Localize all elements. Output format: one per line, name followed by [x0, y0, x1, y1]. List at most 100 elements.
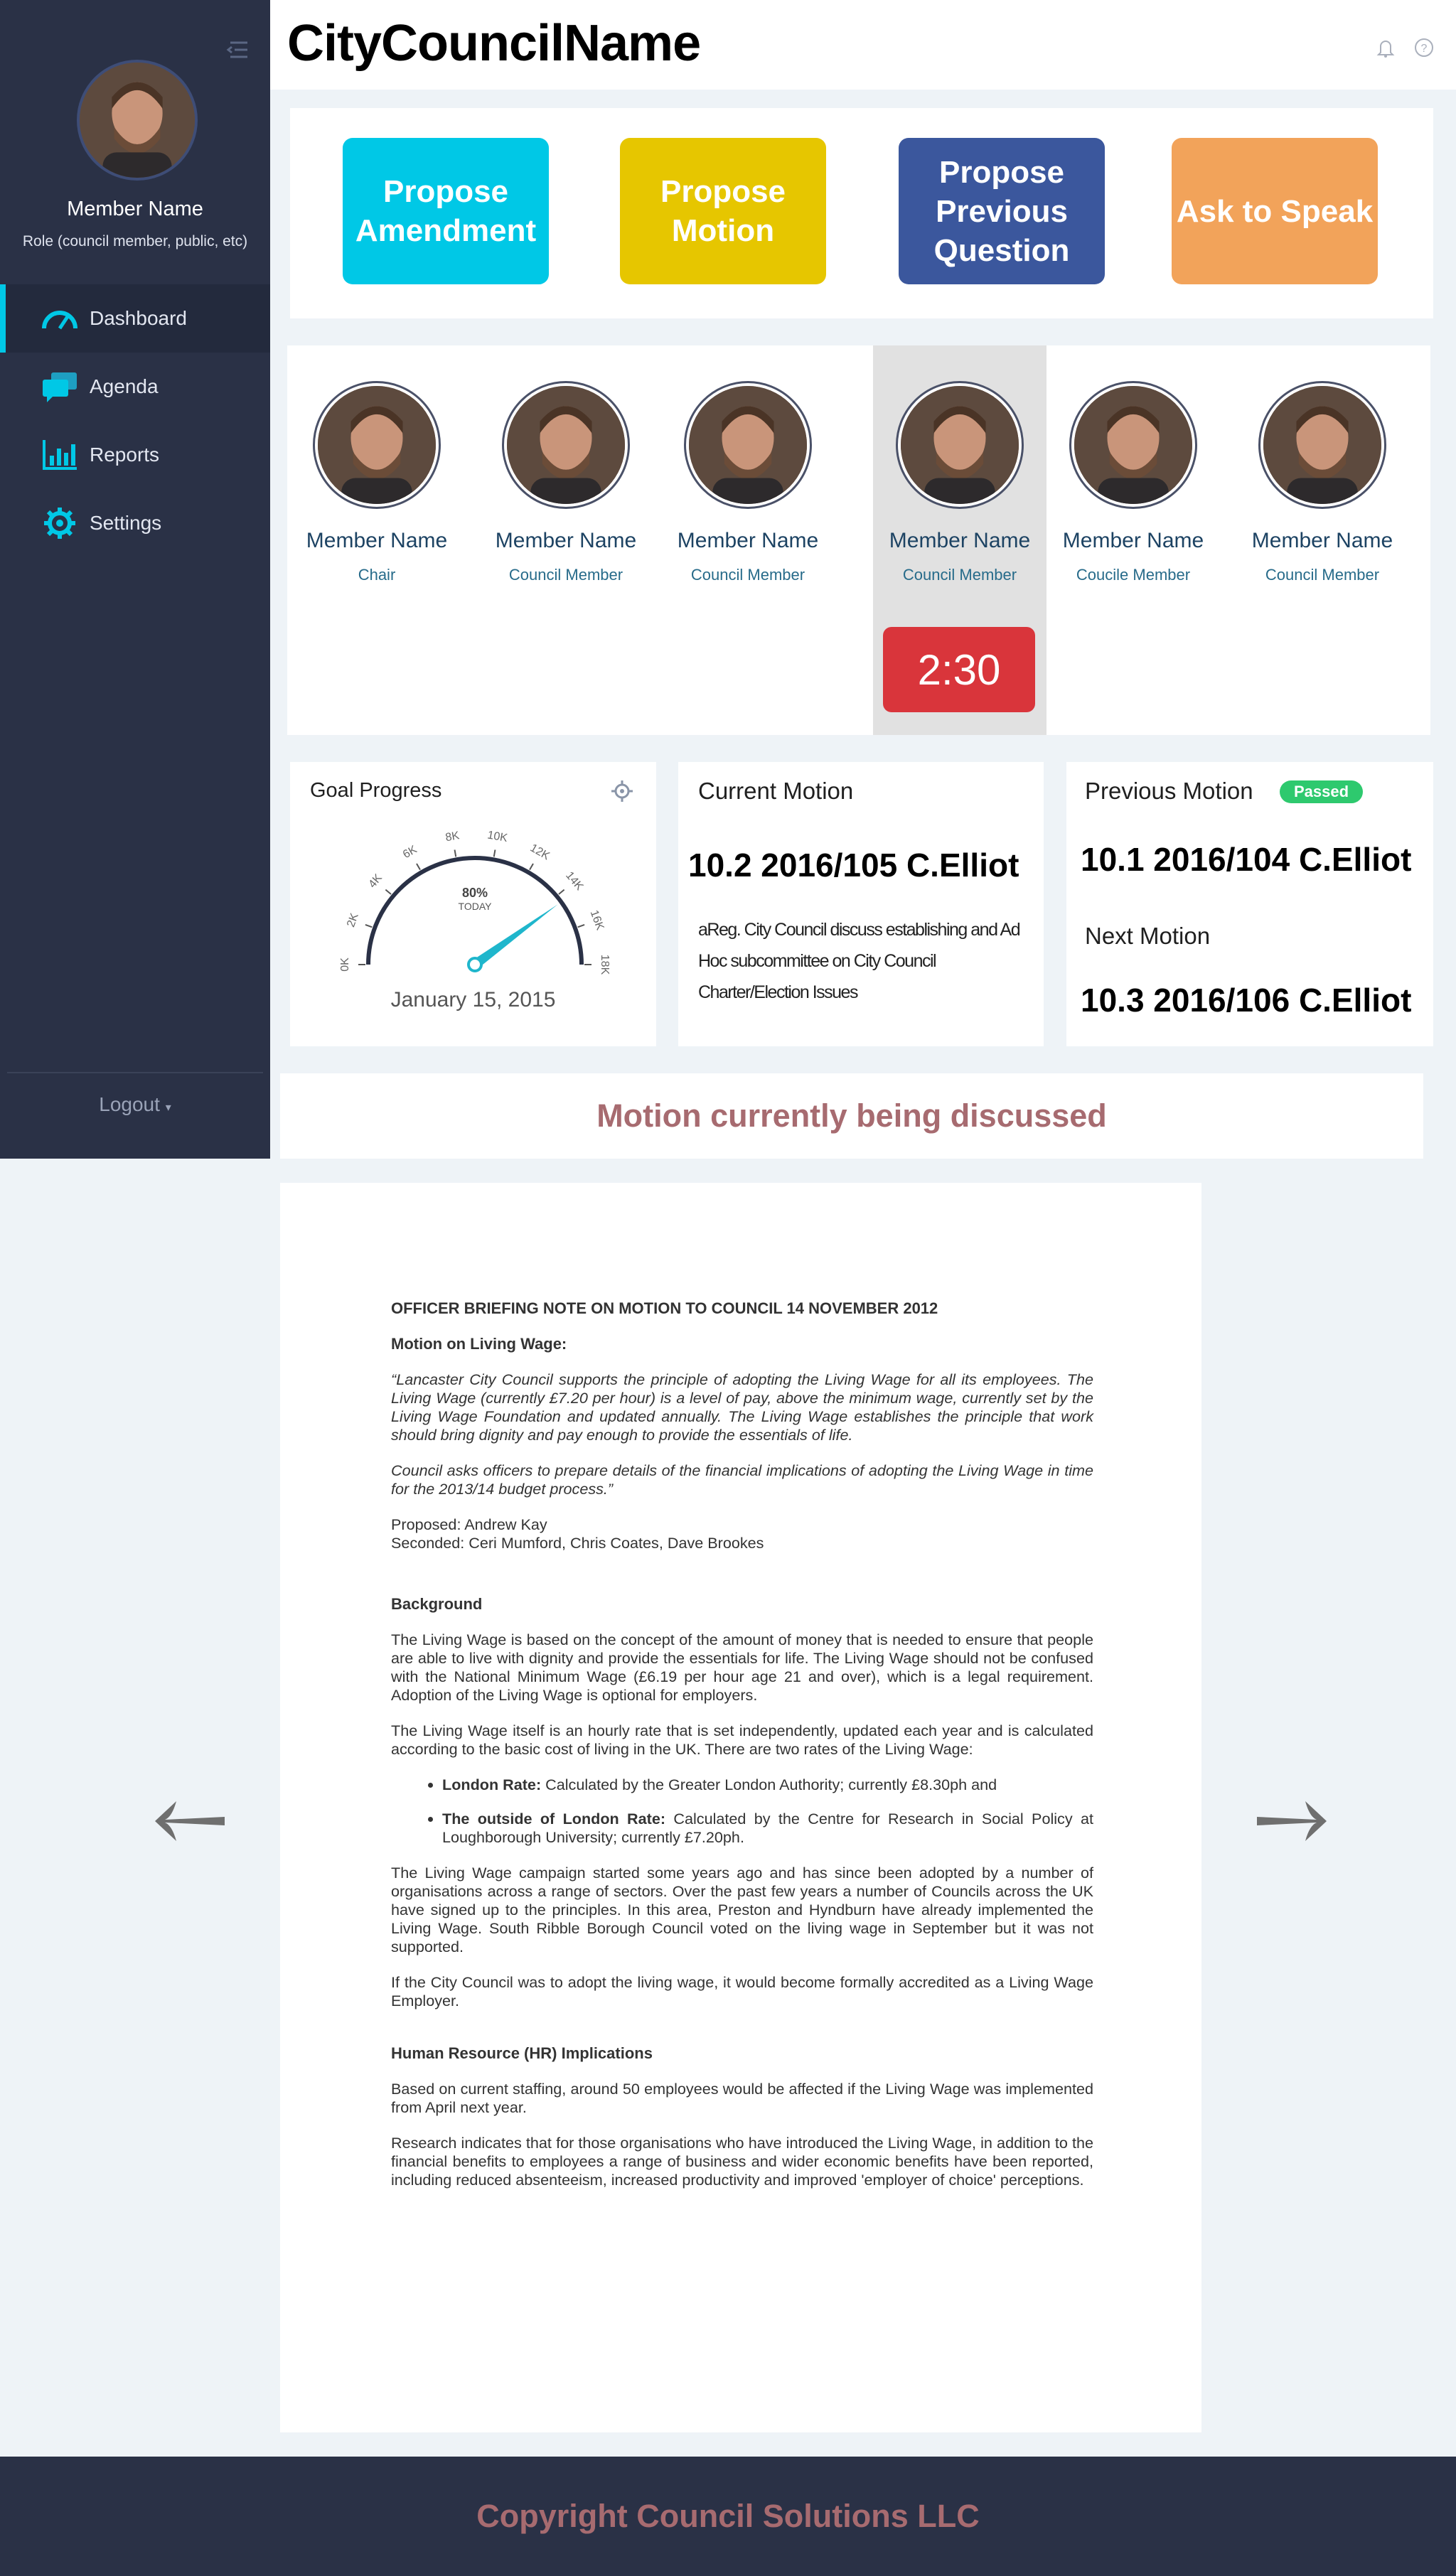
gauge-tick: [558, 889, 565, 895]
document-paragraph: The Living Wage itself is an hourly rate…: [391, 1722, 1093, 1758]
gauge-tick-label: 14K: [563, 869, 586, 893]
member-role: Chair: [358, 566, 396, 584]
motion-heading: Motion on Living Wage:: [391, 1335, 567, 1353]
document-page: OFFICER BRIEFING NOTE ON MOTION TO COUNC…: [391, 1299, 1093, 2206]
speaking-timer: 2:30: [883, 627, 1035, 712]
document-paragraph: The Living Wage campaign started some ye…: [391, 1864, 1093, 1955]
member-name: Member Name: [677, 529, 819, 552]
current-motion-number: 10.2 2016/105 C.Elliot: [688, 847, 1019, 884]
gauge-tick: [454, 849, 457, 857]
gauge-tick-label: 12K: [528, 842, 552, 862]
gauge-tick: [529, 863, 534, 871]
gear-icon: [41, 508, 78, 539]
list-item-text: Calculated by the Greater London Authori…: [541, 1776, 997, 1793]
member-name: Member Name: [495, 529, 637, 552]
bell-icon[interactable]: [1375, 37, 1396, 58]
page-title: CityCouncilName: [287, 15, 701, 72]
document-paragraph: Based on current staffing, around 50 emp…: [391, 2080, 1093, 2116]
header: CityCouncilName ?: [270, 0, 1456, 90]
document-viewer[interactable]: OFFICER BRIEFING NOTE ON MOTION TO COUNC…: [280, 1183, 1201, 2432]
status-badge: Passed: [1280, 780, 1364, 803]
gauge-tick-label: 6K: [401, 844, 419, 862]
ask-to-speak-button[interactable]: Ask to Speak: [1172, 138, 1378, 284]
gauge-value: 80%: [462, 886, 488, 900]
sidebar-divider: [7, 1072, 263, 1073]
list-item-title: London Rate:: [442, 1776, 542, 1793]
member-name: Member Name: [1251, 529, 1393, 552]
collapse-menu-icon[interactable]: [225, 37, 250, 63]
gauge-tick-label: 0K: [339, 957, 351, 972]
gauge-tick-label: 4K: [366, 871, 385, 890]
logout-button[interactable]: Logout ▾: [0, 1093, 270, 1116]
sidebar-item-agenda[interactable]: Agenda: [0, 353, 270, 421]
document-paragraph: Proposed: Andrew Kay Seconded: Ceri Mumfo…: [391, 1515, 1093, 1552]
footer: Copyright Council Solutions LLC: [0, 2457, 1456, 2576]
action-panel: Propose Amendment Propose Motion Propose…: [290, 108, 1433, 318]
gauge-hub: [467, 957, 483, 972]
avatar: [1069, 381, 1197, 509]
sidebar-item-reports[interactable]: Reports: [0, 421, 270, 489]
gauge-icon: [41, 303, 78, 334]
propose-amendment-button[interactable]: Propose Amendment: [343, 138, 549, 284]
current-motion-description: aReg. City Council discuss establishing …: [698, 920, 1021, 1002]
gauge-tick-label: 18K: [599, 955, 611, 975]
member-name: Member Name: [306, 529, 448, 552]
arrow-left-icon[interactable]: [151, 1786, 229, 1857]
goal-progress-card: Goal Progress 0K 2K 4K 6K 8K 10K 12K 14K 16K 18K 8…: [290, 762, 656, 1046]
document-heading: OFFICER BRIEFING NOTE ON MOTION TO COUNC…: [391, 1299, 938, 1317]
list-item: The outside of London Rate: Calculated b…: [442, 1810, 1093, 1847]
gauge-needle: [471, 904, 558, 969]
avatar[interactable]: [77, 60, 198, 181]
document-paragraph: The Living Wage is based on the concept …: [391, 1631, 1093, 1704]
avatar: [684, 381, 812, 509]
bar-chart-icon: [41, 439, 78, 471]
propose-previous-question-button[interactable]: Propose Previous Question: [899, 138, 1105, 284]
sidebar-item-label: Settings: [90, 512, 162, 534]
member-role: Council Member: [1265, 566, 1380, 584]
member-card[interactable]: Member Name Council Member: [1236, 345, 1409, 735]
gauge-tick: [493, 849, 496, 857]
help-icon[interactable]: ?: [1413, 37, 1435, 58]
propose-motion-button[interactable]: Propose Motion: [620, 138, 826, 284]
sidebar-item-label: Reports: [90, 444, 160, 466]
current-motion-title: Current Motion: [698, 778, 854, 804]
members-panel: Member Name Chair Member Name Council Membe…: [287, 345, 1430, 735]
member-card[interactable]: Member Name Coucile Member: [1046, 345, 1220, 735]
chevron-down-icon: ▾: [165, 1102, 171, 1114]
list-item: London Rate: Calculated by the Greater L…: [442, 1776, 1093, 1794]
current-motion-card: Current Motion 10.2 2016/105 C.Elliot aR…: [678, 762, 1044, 1046]
gauge-tick-label: 10K: [486, 829, 508, 844]
member-role: Coucile Member: [1076, 566, 1191, 584]
gauge-tick-label: 16K: [588, 908, 606, 932]
gauge-tick-label: 2K: [345, 911, 361, 929]
gauge-value-label: TODAY: [459, 901, 493, 912]
document-paragraph: Council asks officers to prepare details…: [391, 1461, 1093, 1498]
background-heading: Background: [391, 1595, 483, 1613]
previous-motion-title: Previous Motion: [1085, 778, 1253, 804]
logout-label: Logout: [99, 1093, 160, 1115]
sidebar-nav: Dashboard Agenda Reports Settings: [0, 284, 270, 557]
member-card[interactable]: Member Name Chair: [290, 345, 464, 735]
svg-text:?: ?: [1421, 43, 1428, 55]
member-card[interactable]: Member Name Council Member 2:30: [873, 345, 1046, 735]
arrow-right-icon[interactable]: [1253, 1786, 1331, 1857]
member-card[interactable]: Member Name Council Member: [479, 345, 653, 735]
gauge-date: January 15, 2015: [390, 988, 556, 1011]
user-role: Role (council member, public, etc): [22, 233, 248, 249]
member-name: Member Name: [889, 529, 1031, 552]
sidebar-item-settings[interactable]: Settings: [0, 489, 270, 557]
member-name: Member Name: [1062, 529, 1204, 552]
gauge-tick: [577, 923, 585, 928]
gauge-tick: [385, 889, 392, 895]
sidebar-item-dashboard[interactable]: Dashboard: [0, 284, 270, 353]
sidebar-item-label: Dashboard: [90, 307, 187, 329]
seconded-line: Seconded: Ceri Mumford, Chris Coates, Da…: [391, 1534, 764, 1552]
sidebar: Member Name Role (council member, public…: [0, 0, 270, 1159]
chat-icon: [41, 371, 78, 402]
previous-motion-number: 10.1 2016/104 C.Elliot: [1081, 841, 1412, 878]
member-role: Council Member: [508, 566, 623, 584]
gauge-tick: [416, 863, 421, 871]
hr-heading: Human Resource (HR) Implications: [391, 2044, 653, 2062]
discussion-banner: Motion currently being discussed: [280, 1073, 1423, 1159]
member-card[interactable]: Member Name Council Member: [661, 345, 835, 735]
